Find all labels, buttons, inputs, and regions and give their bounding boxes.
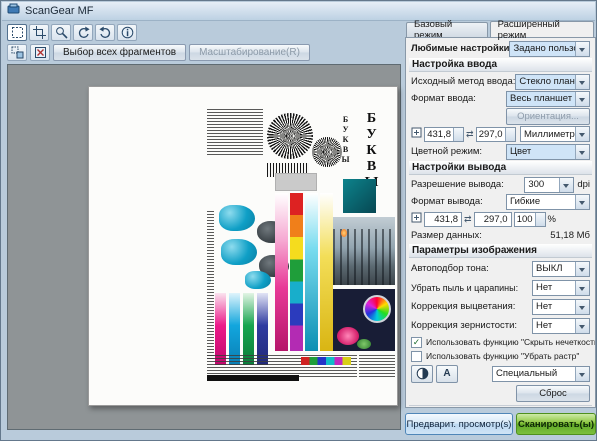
leaf	[357, 339, 371, 349]
data-size-label: Размер данных:	[411, 230, 482, 241]
test-chart-text-column	[207, 211, 214, 361]
source-select[interactable]: Стекло планшета	[515, 73, 590, 90]
grain-select[interactable]: Нет	[532, 317, 590, 334]
tab-basic-mode[interactable]: Базовый режим	[406, 19, 488, 41]
resolution-unit: dpi	[577, 179, 590, 190]
swap-dimensions-icon[interactable]: ⇄	[466, 129, 474, 140]
threshold-icon[interactable]	[411, 364, 433, 383]
output-width-field[interactable]: 431,8	[424, 211, 462, 227]
preview-canvas[interactable]: БУКВЫ БУКВЫ	[7, 64, 401, 430]
unsharp-label: Использовать функцию "Скрыть нечеткость"	[426, 337, 596, 347]
preview-button[interactable]: Предварит. просмотр(s)	[405, 413, 513, 435]
color-checker-strip	[301, 357, 351, 365]
scale-field[interactable]: 100	[513, 211, 546, 227]
fading-label: Коррекция выцветания:	[411, 301, 516, 312]
test-chart-text-block-top	[207, 109, 263, 155]
auto-tone-label: Автоподбор тона:	[411, 263, 489, 274]
action-bar: Предварит. просмотр(s) Сканировать(ы)	[405, 413, 596, 436]
section-output-settings: Настройки вывода	[409, 161, 592, 175]
toolbar-tools	[7, 24, 137, 42]
gradient-columns	[275, 193, 333, 351]
zoom-button: Масштабирование(R)	[189, 43, 310, 61]
scanned-page[interactable]: БУКВЫ БУКВЫ	[88, 86, 398, 406]
clear-crop-icon[interactable]	[30, 43, 50, 61]
tone-preset-select[interactable]: Специальный	[492, 365, 590, 382]
rotate-left-icon[interactable]	[73, 24, 93, 41]
scangear-window: ScanGear MF Выбор всех фрагментов Масшта…	[0, 0, 597, 441]
input-size-icon	[411, 127, 422, 141]
input-format-select[interactable]: Весь планшет	[506, 90, 590, 107]
black-bar	[207, 375, 299, 381]
section-input-settings: Настройка ввода	[409, 58, 592, 72]
resolution-fan-small	[312, 137, 342, 167]
swap-output-icon: ⇄	[464, 213, 472, 224]
dust-scratch-label: Убрать пыль и царапины:	[411, 282, 519, 293]
output-format-select[interactable]: Гибкие	[506, 193, 590, 210]
marquee-select-icon[interactable]	[7, 24, 27, 41]
brightness-contrast-icon[interactable]: A	[436, 364, 458, 383]
resolution-fan-large	[267, 113, 313, 159]
mode-tabs: Базовый режим Расширенный режим	[406, 19, 596, 41]
grain-label: Коррекция зернистости:	[411, 320, 518, 331]
input-height-field[interactable]: 297,0	[475, 126, 516, 142]
crop-icon[interactable]	[29, 24, 49, 41]
favorites-select[interactable]: Задано пользователем	[509, 40, 590, 57]
favorites-label: Любимые настройки	[411, 43, 510, 54]
photo-industrial	[333, 217, 395, 285]
output-height-field[interactable]: 297,0	[473, 211, 512, 227]
target-text-large: БУКВЫ	[364, 111, 379, 191]
rotate-right-icon[interactable]	[95, 24, 115, 41]
select-all-crops-button[interactable]: Выбор всех фрагментов	[53, 43, 187, 61]
color-mode-label: Цветной режим:	[411, 146, 483, 157]
input-format-label: Формат ввода:	[411, 93, 476, 104]
auto-tone-select[interactable]: ВЫКЛ	[532, 260, 590, 277]
cyan-shape-3	[245, 271, 271, 289]
dust-scratch-select[interactable]: Нет	[532, 279, 590, 296]
units-select[interactable]: Миллиметры	[520, 126, 590, 142]
reset-button[interactable]: Сброс	[516, 385, 590, 402]
orientation-button: Ориентация...	[506, 107, 590, 125]
data-size-value: 51,18 Мб	[550, 230, 590, 241]
input-width-field[interactable]: 431,8	[424, 126, 464, 142]
settings-panel: Любимые настройки Задано пользователем Н…	[405, 37, 596, 408]
section-image-settings: Параметры изображения	[409, 244, 592, 258]
scan-button[interactable]: Сканировать(ы)	[516, 413, 596, 435]
descreen-label: Использовать функцию "Убрать растр"	[426, 351, 580, 361]
unsharp-checkbox[interactable]: ✓	[411, 336, 422, 348]
resolution-select[interactable]: 300	[524, 176, 575, 193]
gray-patch	[275, 173, 317, 191]
scale-unit: %	[547, 213, 556, 225]
color-mode-select[interactable]: Цвет	[506, 143, 590, 160]
flower	[337, 327, 359, 345]
source-label: Исходный метод ввода:	[411, 76, 516, 87]
test-chart-text-right	[359, 355, 395, 377]
info-icon[interactable]	[117, 24, 137, 41]
app-icon	[7, 3, 20, 19]
teal-patch	[343, 179, 376, 213]
cyan-shape-1	[219, 205, 255, 231]
auto-crop-icon[interactable]	[7, 43, 27, 61]
check-icon: ✓	[412, 336, 421, 347]
resolution-label: Разрешение вывода:	[411, 179, 504, 190]
output-format-label: Формат вывода:	[411, 196, 483, 207]
toolbar-crops: Выбор всех фрагментов Масштабирование(R)	[7, 43, 310, 61]
descreen-checkbox[interactable]	[411, 350, 422, 362]
cyan-shape-2	[221, 239, 257, 265]
cd-disc	[363, 295, 391, 323]
window-title: ScanGear MF	[25, 5, 94, 17]
tab-advanced-mode[interactable]: Расширенный режим	[489, 19, 594, 41]
photo-collage	[333, 289, 395, 351]
fading-select[interactable]: Нет	[532, 298, 590, 315]
target-text-small: БУКВЫ	[341, 115, 350, 165]
output-size-icon	[411, 212, 422, 226]
zoom-icon[interactable]	[51, 24, 71, 41]
